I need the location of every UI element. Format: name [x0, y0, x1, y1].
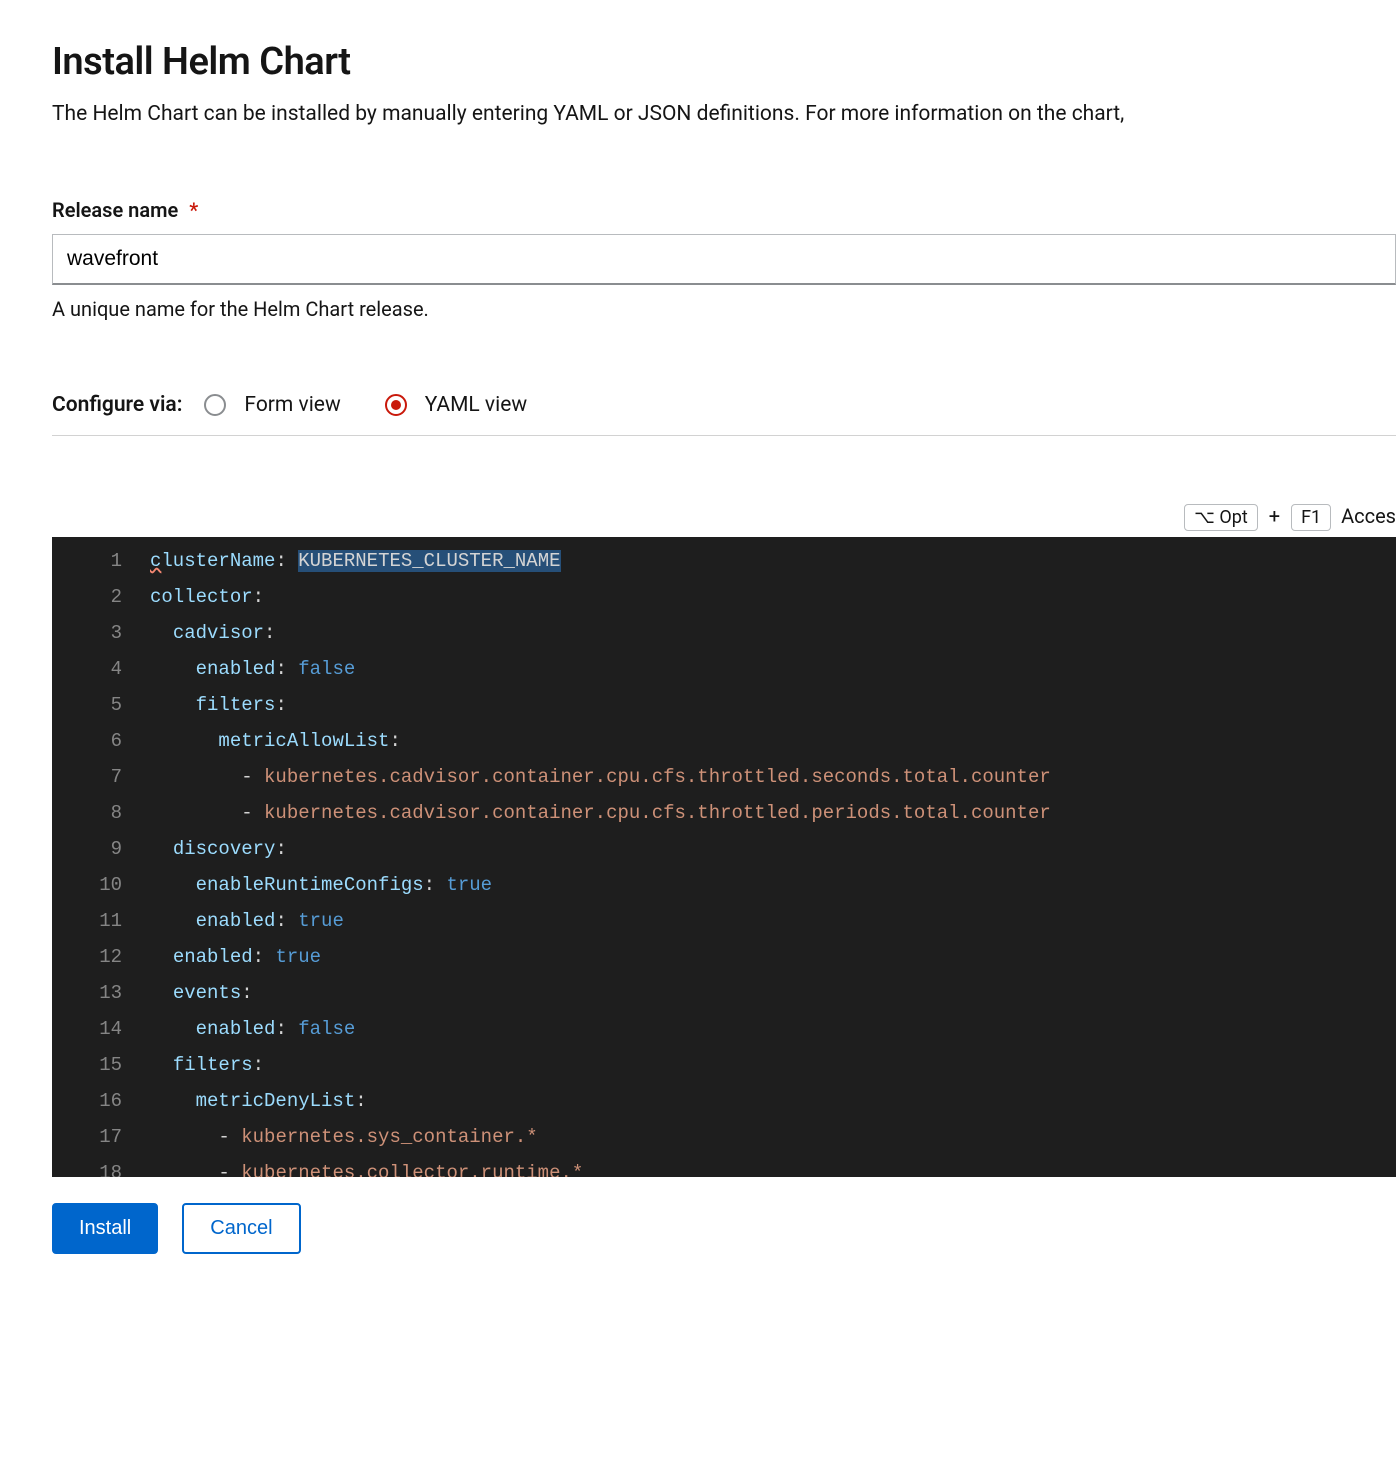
gutter-line: 13 — [74, 975, 122, 1011]
code-line[interactable]: collector: — [150, 579, 1396, 615]
code-line[interactable]: - kubernetes.cadvisor.container.cpu.cfs.… — [150, 759, 1396, 795]
code-line[interactable]: enabled: true — [150, 939, 1396, 975]
code-line[interactable]: - kubernetes.sys_container.* — [150, 1119, 1396, 1155]
configure-via-label: Configure via: — [52, 393, 182, 417]
shortcut-rest-text: Acces — [1341, 504, 1396, 528]
gutter-line: 8 — [74, 795, 122, 831]
gutter-line: 2 — [74, 579, 122, 615]
gutter-line: 16 — [74, 1083, 122, 1119]
cancel-button[interactable]: Cancel — [182, 1203, 300, 1254]
gutter-line: 12 — [74, 939, 122, 975]
kbd-plus: + — [1269, 504, 1280, 528]
code-line[interactable]: - kubernetes.collector.runtime.* — [150, 1155, 1396, 1177]
gutter-line: 18 — [74, 1155, 122, 1177]
editor-code[interactable]: clusterName: KUBERNETES_CLUSTER_NAMEcoll… — [140, 537, 1396, 1177]
code-line[interactable]: events: — [150, 975, 1396, 1011]
code-line[interactable]: discovery: — [150, 831, 1396, 867]
gutter-line: 17 — [74, 1119, 122, 1155]
code-line[interactable]: - kubernetes.cadvisor.container.cpu.cfs.… — [150, 795, 1396, 831]
release-name-label-text: Release name — [52, 198, 178, 222]
radio-option-form-view[interactable]: Form view — [204, 393, 340, 417]
action-buttons: Install Cancel — [52, 1203, 1396, 1254]
code-line[interactable]: enableRuntimeConfigs: true — [150, 867, 1396, 903]
gutter-line: 3 — [74, 615, 122, 651]
page-description: The Helm Chart can be installed by manua… — [52, 102, 1396, 126]
code-line[interactable]: enabled: true — [150, 903, 1396, 939]
code-line[interactable]: enabled: false — [150, 651, 1396, 687]
radio-option-yaml-view[interactable]: YAML view — [385, 393, 527, 417]
code-line[interactable]: filters: — [150, 1047, 1396, 1083]
release-name-label: Release name * — [52, 198, 1396, 222]
release-name-helper: A unique name for the Helm Chart release… — [52, 297, 1396, 321]
configure-via-radio-group: Form view YAML view — [204, 393, 571, 417]
kbd-f1: F1 — [1291, 504, 1331, 531]
gutter-line: 14 — [74, 1011, 122, 1047]
gutter-line: 10 — [74, 867, 122, 903]
gutter-line: 11 — [74, 903, 122, 939]
gutter-line: 1 — [74, 543, 122, 579]
gutter-line: 5 — [74, 687, 122, 723]
kbd-opt: ⌥ Opt — [1184, 504, 1258, 531]
radio-circle-form — [204, 394, 226, 416]
accessibility-shortcut-hint: ⌥ Opt + F1 Acces — [52, 504, 1396, 531]
code-line[interactable]: clusterName: KUBERNETES_CLUSTER_NAME — [150, 543, 1396, 579]
gutter-line: 4 — [74, 651, 122, 687]
gutter-line: 9 — [74, 831, 122, 867]
code-line[interactable]: metricDenyList: — [150, 1083, 1396, 1119]
install-button[interactable]: Install — [52, 1203, 158, 1254]
gutter-line: 7 — [74, 759, 122, 795]
code-line[interactable]: filters: — [150, 687, 1396, 723]
page-title: Install Helm Chart — [52, 40, 1396, 84]
required-asterisk: * — [189, 198, 198, 222]
code-line[interactable]: enabled: false — [150, 1011, 1396, 1047]
yaml-editor[interactable]: 123456789101112131415161718 clusterName:… — [52, 537, 1396, 1177]
code-line[interactable]: metricAllowList: — [150, 723, 1396, 759]
radio-label-yaml: YAML view — [425, 393, 527, 417]
release-name-input[interactable] — [52, 234, 1396, 285]
radio-label-form: Form view — [244, 393, 340, 417]
configure-via-row: Configure via: Form view YAML view — [52, 393, 1396, 436]
radio-circle-yaml — [385, 394, 407, 416]
code-line[interactable]: cadvisor: — [150, 615, 1396, 651]
editor-gutter: 123456789101112131415161718 — [52, 537, 140, 1177]
gutter-line: 6 — [74, 723, 122, 759]
gutter-line: 15 — [74, 1047, 122, 1083]
